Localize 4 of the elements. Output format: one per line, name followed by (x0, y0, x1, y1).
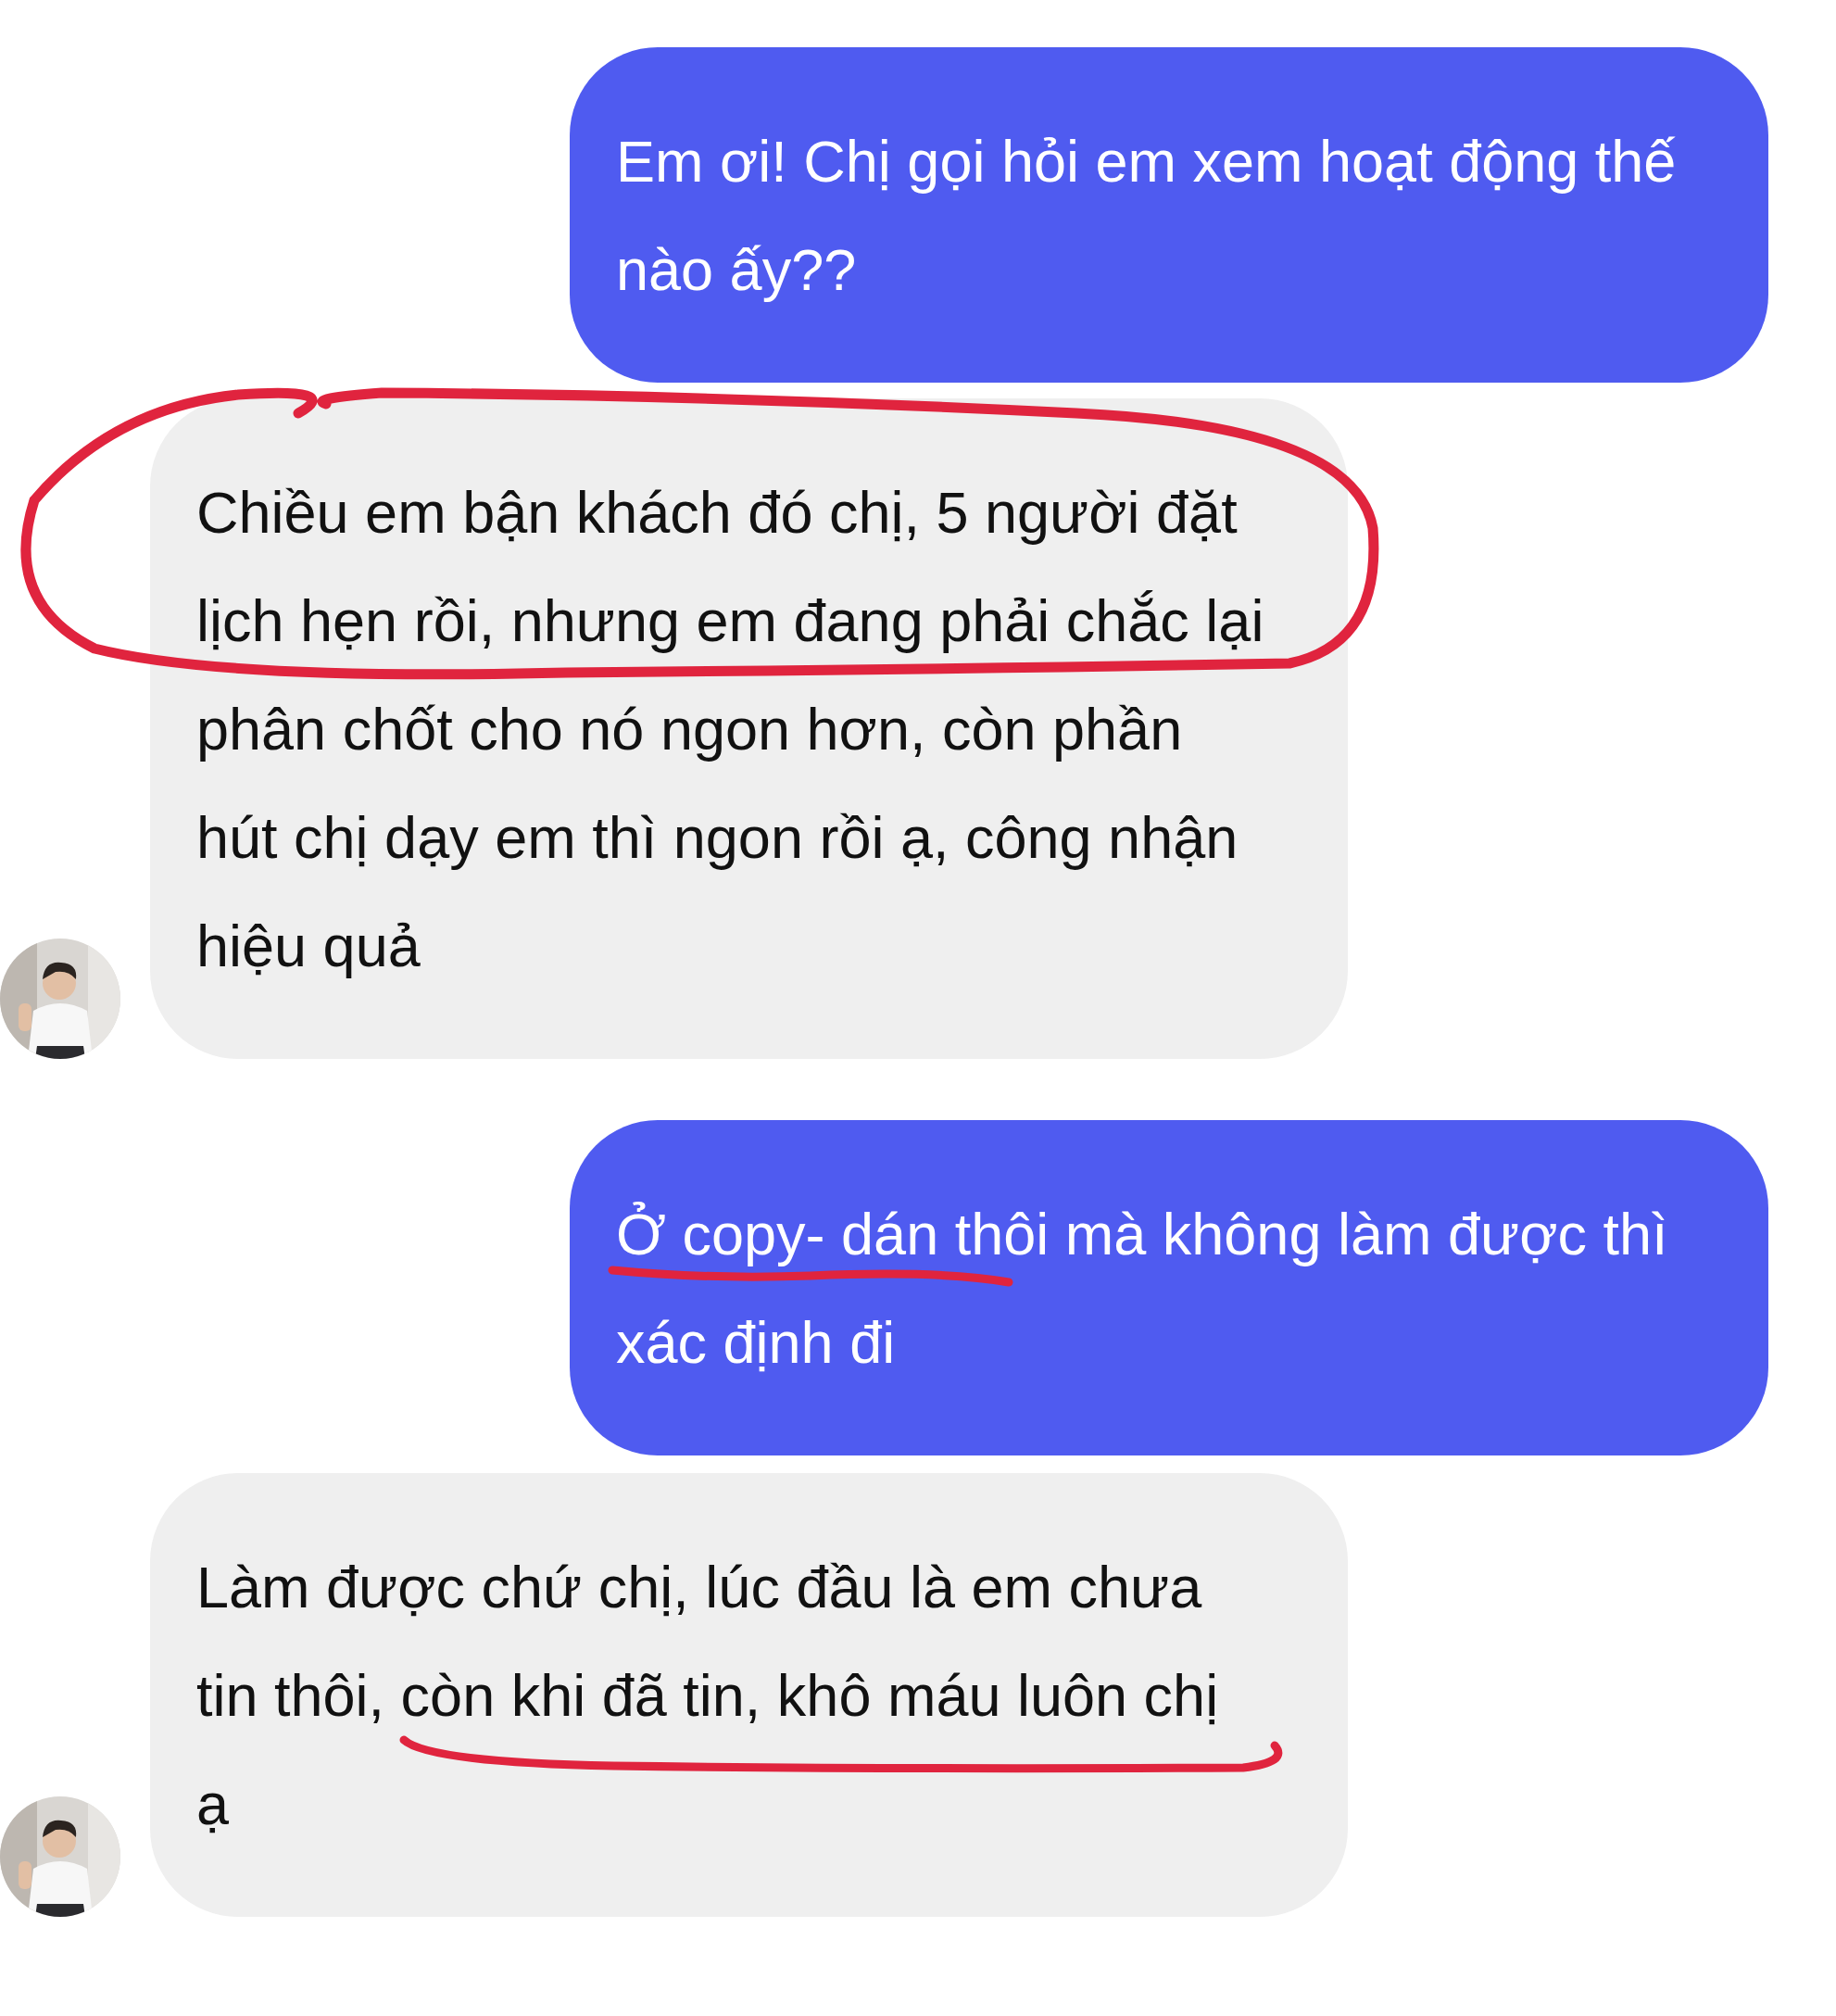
message-text: Ở copy- dán thôi mà không làm được thì xác định đi (616, 1202, 1668, 1375)
message-text: Em ơi! Chị gọi hỏi em xem hoạt động thế nào ấy?? (616, 129, 1677, 302)
message-text: Làm được chứ chị, lúc đầu là em chưa tin thôi, còn khi đã tin, khô máu luôn chị ạ (196, 1555, 1219, 1836)
message-text: Chiều em bận khách đó chị, 5 người đặt lịch hẹn rồi, nhưng em đang phải chắc lại phân chốt cho nó ngon hơn, còn phần hút chị dạy em thì ngon rồi ạ, công nhận hiệu quả (196, 480, 1264, 978)
